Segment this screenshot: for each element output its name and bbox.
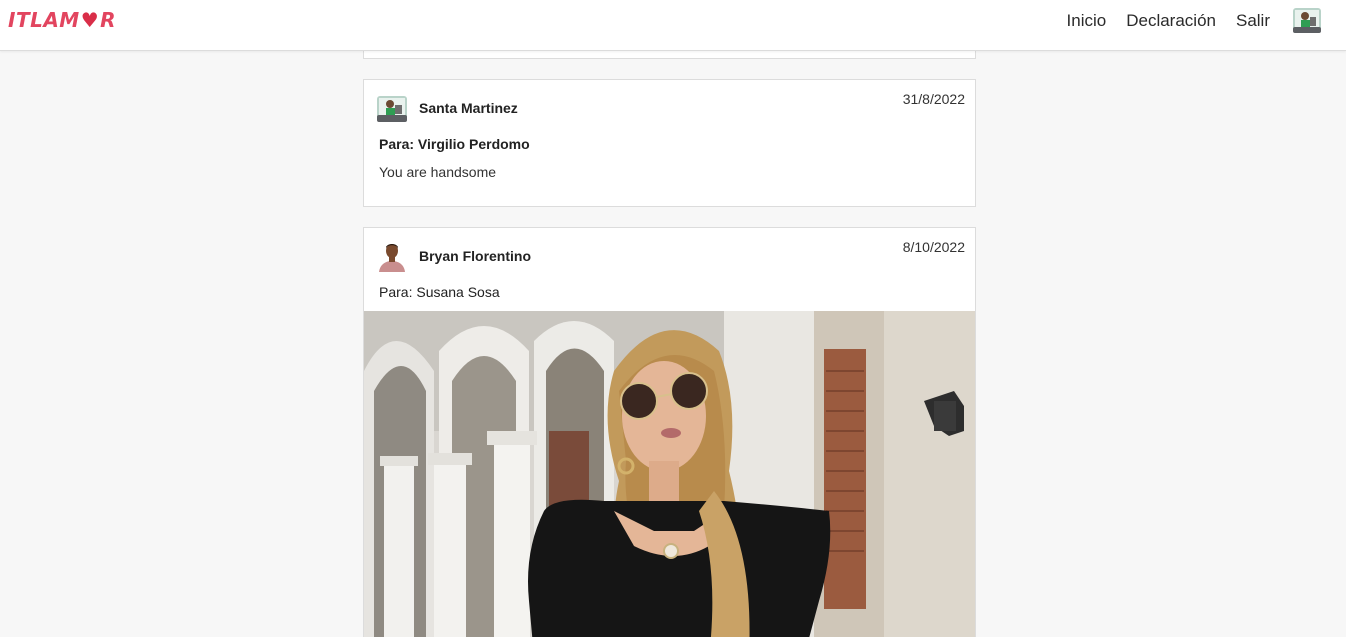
nav-salir-link[interactable]: Salir xyxy=(1236,11,1270,31)
navbar: ITLAM ♥ R Inicio Declaración Salir xyxy=(0,0,1346,51)
post-recipient: Para: Virgilio Perdomo xyxy=(379,136,530,152)
post-card: Bryan Florentino 8/10/2022 Para: Susana … xyxy=(363,227,976,637)
heart-icon: ♥ xyxy=(80,8,100,32)
nav-links: Inicio Declaración Salir xyxy=(1047,5,1322,37)
brand-text-right: R xyxy=(100,8,117,32)
man-avatar-icon xyxy=(376,240,408,272)
post-date: 31/8/2022 xyxy=(902,91,965,107)
post-recipient: Para: Susana Sosa xyxy=(379,284,500,300)
laptop-avatar-icon xyxy=(377,96,407,122)
photo-illustration xyxy=(364,311,975,637)
post-author[interactable]: Santa Martinez xyxy=(419,100,518,116)
nav-inicio-link[interactable]: Inicio xyxy=(1067,11,1107,31)
brand-text-left: ITLAM xyxy=(8,8,80,32)
woman-sunglasses-photo xyxy=(364,311,975,637)
post-date: 8/10/2022 xyxy=(902,239,965,255)
post-card: Santa Martinez 31/8/2022 Para: Virgilio … xyxy=(363,79,976,207)
post-author[interactable]: Bryan Florentino xyxy=(419,248,531,264)
nav-declaracion-link[interactable]: Declaración xyxy=(1126,11,1216,31)
user-avatar-icon[interactable] xyxy=(1292,6,1322,36)
brand-logo[interactable]: ITLAM ♥ R xyxy=(8,8,116,32)
post-message: You are handsome xyxy=(379,164,497,180)
